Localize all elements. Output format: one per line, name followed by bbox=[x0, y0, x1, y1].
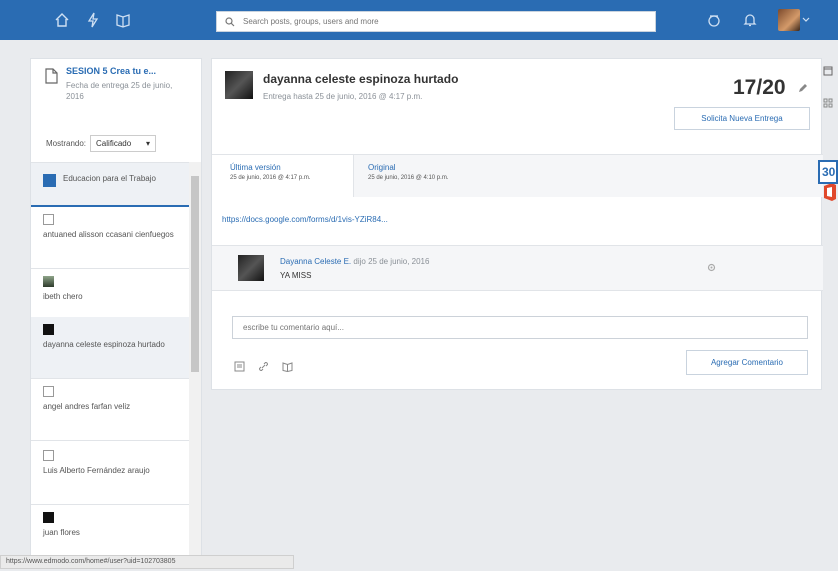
calendar-icon[interactable] bbox=[818, 62, 838, 80]
assignment-title[interactable]: SESION 5 Crea tu e... bbox=[66, 66, 156, 76]
comment-item: Dayanna Celeste E. dijo 25 de junio, 201… bbox=[212, 246, 823, 291]
scrollbar-thumb[interactable] bbox=[191, 176, 199, 372]
avatar bbox=[225, 71, 253, 99]
tab-label: Original bbox=[368, 163, 396, 172]
attach-library-icon[interactable] bbox=[280, 359, 294, 373]
user-avatar[interactable] bbox=[778, 9, 800, 31]
caret-down-icon: ▾ bbox=[146, 139, 151, 148]
version-tabs: Última versión 25 de junio, 2016 @ 4:17 … bbox=[212, 154, 823, 197]
search-bar[interactable] bbox=[216, 11, 656, 32]
submission-due-line: Entrega hasta 25 de junio, 2016 @ 4:17 p… bbox=[263, 92, 423, 101]
assignment-header: SESION 5 Crea tu e... Fecha de entrega 2… bbox=[31, 59, 203, 123]
browser-status-url: https://www.edmodo.com/home#/user?uid=10… bbox=[0, 555, 294, 569]
group-item[interactable]: Educacion para el Trabajo bbox=[31, 162, 189, 207]
student-name: antuaned alisson ccasani cienfuegos bbox=[43, 230, 174, 239]
student-name: Luis Alberto Fernández araujo bbox=[43, 466, 150, 475]
student-list-item[interactable]: Luis Alberto Fernández araujo bbox=[31, 443, 189, 505]
student-list-item-selected[interactable]: dayanna celeste espinoza hurtado bbox=[31, 317, 189, 379]
add-comment-button[interactable]: Agregar Comentario bbox=[686, 350, 808, 375]
gear-icon[interactable] bbox=[707, 263, 716, 275]
apps-icon[interactable] bbox=[704, 10, 724, 30]
attach-link-icon[interactable] bbox=[256, 359, 270, 373]
tab-label: Última versión bbox=[230, 163, 281, 172]
tab-date: 25 de junio, 2016 @ 4:17 p.m. bbox=[230, 175, 311, 181]
student-name: dayanna celeste espinoza hurtado bbox=[43, 340, 165, 349]
student-list-item[interactable]: angel andres farfan veliz bbox=[31, 379, 189, 441]
chevron-down-icon[interactable] bbox=[802, 15, 810, 26]
backpack-icon[interactable] bbox=[113, 10, 133, 30]
filter-row: Mostrando: Calificado ▾ bbox=[46, 135, 157, 152]
avatar bbox=[43, 276, 54, 287]
tab-original[interactable]: Original 25 de junio, 2016 @ 4:10 p.m. bbox=[354, 155, 823, 197]
student-list-item[interactable]: antuaned alisson ccasani cienfuegos bbox=[31, 207, 189, 269]
comment-text: YA MISS bbox=[280, 271, 312, 280]
student-name: ibeth chero bbox=[43, 292, 83, 301]
student-name: angel andres farfan veliz bbox=[43, 402, 131, 411]
submission-link[interactable]: https://docs.google.com/forms/d/1vis-YZi… bbox=[212, 197, 823, 246]
pencil-icon[interactable] bbox=[798, 83, 808, 96]
search-icon bbox=[225, 16, 235, 26]
attach-file-icon[interactable] bbox=[232, 359, 246, 373]
request-resubmission-button[interactable]: Solicita Nueva Entrega bbox=[674, 107, 810, 130]
assignment-due-date: Fecha de entrega 25 de junio, 2016 bbox=[66, 81, 173, 101]
filter-value: Calificado bbox=[96, 139, 132, 148]
avatar bbox=[238, 255, 264, 281]
avatar bbox=[43, 450, 54, 461]
comment-input[interactable] bbox=[232, 316, 808, 339]
avatar bbox=[43, 214, 54, 225]
home-icon[interactable] bbox=[52, 10, 72, 30]
submissions-sidebar: SESION 5 Crea tu e... Fecha de entrega 2… bbox=[30, 58, 203, 559]
sidebar-scrollbar[interactable] bbox=[189, 162, 201, 559]
app-badge[interactable]: 30 bbox=[818, 160, 838, 184]
top-navigation-bar bbox=[0, 0, 838, 40]
tab-latest-version[interactable]: Última versión 25 de junio, 2016 @ 4:17 … bbox=[212, 155, 354, 197]
grade-value: 17/20 bbox=[733, 76, 786, 99]
avatar bbox=[43, 324, 54, 335]
filter-select[interactable]: Calificado ▾ bbox=[90, 135, 157, 152]
assignment-icon bbox=[45, 68, 58, 84]
search-input[interactable] bbox=[243, 17, 643, 26]
avatar bbox=[43, 386, 54, 397]
comment-meta: dijo 25 de junio, 2016 bbox=[353, 257, 430, 266]
group-color-square bbox=[43, 174, 56, 187]
comment-author[interactable]: Dayanna Celeste E. bbox=[280, 257, 351, 266]
group-label: Educacion para el Trabajo bbox=[63, 174, 156, 183]
grid-icon[interactable] bbox=[818, 94, 838, 112]
comment-header: Dayanna Celeste E. dijo 25 de junio, 201… bbox=[280, 257, 429, 266]
submission-panel: dayanna celeste espinoza hurtado Entrega… bbox=[211, 58, 823, 390]
office-icon[interactable] bbox=[823, 182, 837, 202]
tab-date: 25 de junio, 2016 @ 4:10 p.m. bbox=[368, 175, 449, 181]
student-name-heading: dayanna celeste espinoza hurtado bbox=[263, 72, 459, 86]
avatar bbox=[43, 512, 54, 523]
filter-label: Mostrando: bbox=[46, 139, 87, 148]
bell-icon[interactable] bbox=[740, 10, 760, 30]
activity-icon[interactable] bbox=[83, 10, 103, 30]
student-name: juan flores bbox=[43, 528, 80, 537]
